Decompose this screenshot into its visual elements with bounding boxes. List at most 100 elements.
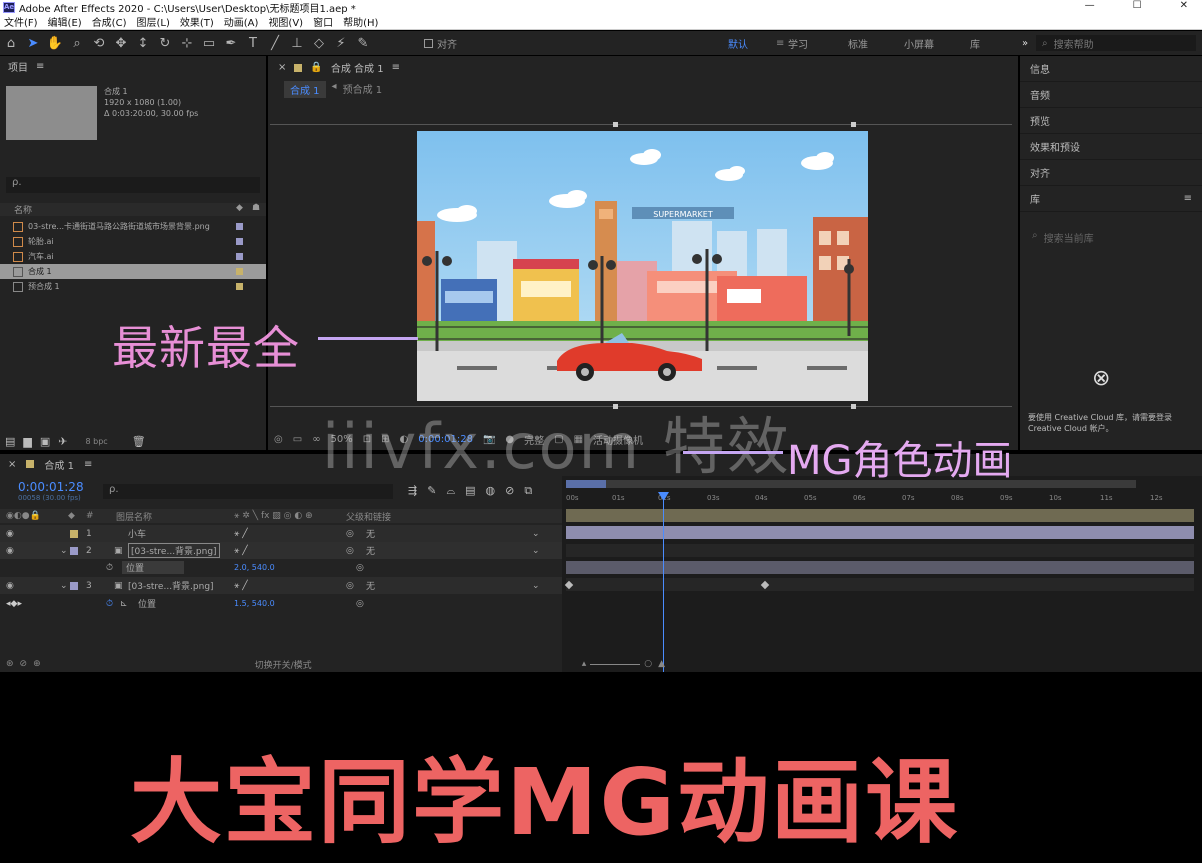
parent-dropdown[interactable]: 无 [366,579,375,592]
expression-pickwhip-icon[interactable]: ◎ [356,599,364,609]
menu-window[interactable]: 窗口 [313,14,333,29]
panel-menu-icon[interactable]: ≡ [84,459,92,470]
bpc-toggle[interactable]: 8 bpc [86,437,108,446]
label-chip[interactable] [236,223,243,230]
close-tab-icon[interactable]: × [278,62,286,73]
type-tool-icon[interactable]: T [242,33,264,53]
roto-brush-tool-icon[interactable]: ⚡ [330,33,352,53]
menu-composition[interactable]: 合成(C) [92,14,127,29]
workspace-standard[interactable]: 标准 [848,36,904,51]
interpret-footage-icon[interactable]: ▤ [5,435,15,448]
project-item[interactable]: 轮胎.ai [0,234,266,249]
transform-handle[interactable] [851,122,856,127]
lock-icon[interactable]: 🔒 [310,62,322,73]
layer-bar[interactable] [566,561,1194,574]
orbit-camera-icon[interactable]: ⟲ [88,33,110,53]
layer-switches[interactable]: ⚹ ╱ [234,581,248,591]
trash-icon[interactable]: 🗑 [132,435,146,448]
brush-tool-icon[interactable]: ╱ [264,33,286,53]
panel-menu-icon[interactable]: ≡ [36,61,44,72]
audio-panel-tab[interactable]: 音频 [1020,82,1202,108]
menu-file[interactable]: 文件(F) [4,14,38,29]
current-time-display[interactable]: 0:00:01:28 [18,480,84,494]
label-column-icon[interactable]: ◆ [236,203,243,213]
menu-effect[interactable]: 效果(T) [180,14,214,29]
frame-blending-icon[interactable]: ▤ [465,484,475,498]
timeline-track-area[interactable]: 00s 01s 02s 03s 04s 05s 06s 07s 08s 09s … [562,476,1202,672]
stopwatch-icon[interactable]: ⏱ [106,563,113,573]
graph-icon[interactable]: ⊾ [120,599,128,609]
library-search-input[interactable]: ⌕ 搜索当前库 [1028,230,1194,246]
project-item-selected[interactable]: 合成 1 [0,264,266,279]
new-composition-icon[interactable]: ▣ [40,435,50,448]
anchor-point-tool-icon[interactable]: ⊹ [176,33,198,53]
transform-handle[interactable] [613,122,618,127]
menu-view[interactable]: 视图(V) [268,14,303,29]
parent-pickwhip-icon[interactable]: ◎ [346,529,354,539]
layer-switches[interactable]: ⚹ ╱ [234,529,248,539]
workspace-menu-icon[interactable]: ≡ [776,38,788,49]
zoom-slider-thumb[interactable]: ○ [644,659,652,669]
visibility-icon[interactable]: ◉ [6,546,14,556]
property-row[interactable]: ◂◆▸ ⏱ ⊾ 位置 1.5, 540.0 ◎ [0,595,562,612]
dolly-camera-icon[interactable]: ↕ [132,33,154,53]
project-item[interactable]: 汽车.ai [0,249,266,264]
menu-help[interactable]: 帮助(H) [343,14,378,29]
timeline-search-input[interactable]: ρ. [103,484,393,499]
zoom-out-icon[interactable]: ▴ [582,659,587,669]
workspace-libraries[interactable]: 库 [970,36,1022,51]
timeline-tab[interactable]: 合成 1 [44,457,74,472]
label-chip[interactable] [236,238,243,245]
nav-precomp-1[interactable]: 预合成 1 [343,81,383,98]
layer-label-chip[interactable] [70,547,78,555]
composition-tab[interactable]: 合成 合成 1 [331,60,384,75]
layer-name[interactable]: 小车 [128,527,146,540]
av-switches-icon[interactable]: ◉◐●🔒 [6,511,41,521]
project-item[interactable]: 预合成 1 [0,279,266,294]
layer-switches-toggle-icon[interactable]: ⊛ [6,659,14,669]
layer-switches[interactable]: ⚹ ╱ [234,546,248,556]
position-value[interactable]: 1.5, 540.0 [234,599,275,608]
layer-label-chip[interactable] [70,582,78,590]
label-chip[interactable] [236,283,243,290]
transfer-controls-toggle-icon[interactable]: ⊘ [20,659,28,669]
panel-menu-icon[interactable]: ≡ [1184,193,1192,204]
maximize-button[interactable]: ☐ [1133,0,1142,11]
menu-layer[interactable]: 图层(L) [136,14,169,29]
project-search-input[interactable]: ρ. [6,177,260,193]
label-chip[interactable] [236,268,243,275]
align-panel-tab[interactable]: 对齐 [1020,160,1202,186]
layer-name[interactable]: [03-stre...背景.png] [128,543,220,558]
composition-canvas[interactable]: SUPERMARKET [417,131,868,401]
property-track[interactable] [566,544,1194,557]
keyframe-navigator-icon[interactable]: ◂◆▸ [6,599,22,609]
layer-row-selected[interactable]: ◉ ⌄ 2 ▣ [03-stre...背景.png] ⚹ ╱ ◎ 无 ⌄ [0,542,562,559]
eraser-tool-icon[interactable]: ◇ [308,33,330,53]
hand-tool-icon[interactable]: ✋ [44,33,66,53]
motion-blur-icon[interactable]: ◍ [486,484,496,498]
graph-editor-toggle-icon[interactable]: ⊘ [505,484,514,498]
zoom-tool-icon[interactable]: ⌕ [66,33,88,53]
close-tab-icon[interactable]: × [8,459,16,470]
menu-animation[interactable]: 动画(A) [224,14,259,29]
type-column-icon[interactable]: ☗ [252,203,260,213]
property-track[interactable] [566,578,1194,591]
workspace-learn[interactable]: 学习 [788,36,848,51]
graph-editor-icon[interactable]: ⧉ [524,484,532,498]
nav-comp-1[interactable]: 合成 1 [284,81,326,98]
rectangle-tool-icon[interactable]: ▭ [198,33,220,53]
home-icon[interactable]: ⌂ [0,33,22,53]
preview-panel-tab[interactable]: 预览 [1020,108,1202,134]
time-ruler[interactable]: 00s 01s 02s 03s 04s 05s 06s 07s 08s 09s … [562,490,1202,506]
layer-bar[interactable] [566,526,1194,539]
transform-handle[interactable] [851,404,856,409]
monitor-icon[interactable]: ▭ [293,434,302,445]
chevron-down-icon[interactable]: ⌄ [532,581,540,591]
parent-link-column[interactable]: 父级和链接 [346,510,391,523]
flowchart-icon[interactable]: ✈ [58,435,67,448]
info-panel-tab[interactable]: 信息 [1020,56,1202,82]
comp-flowchart-icon[interactable]: ⇶ [408,484,417,498]
parent-pickwhip-icon[interactable]: ◎ [346,581,354,591]
minimize-button[interactable]: — [1085,0,1095,11]
effects-presets-panel-tab[interactable]: 效果和预设 [1020,134,1202,160]
